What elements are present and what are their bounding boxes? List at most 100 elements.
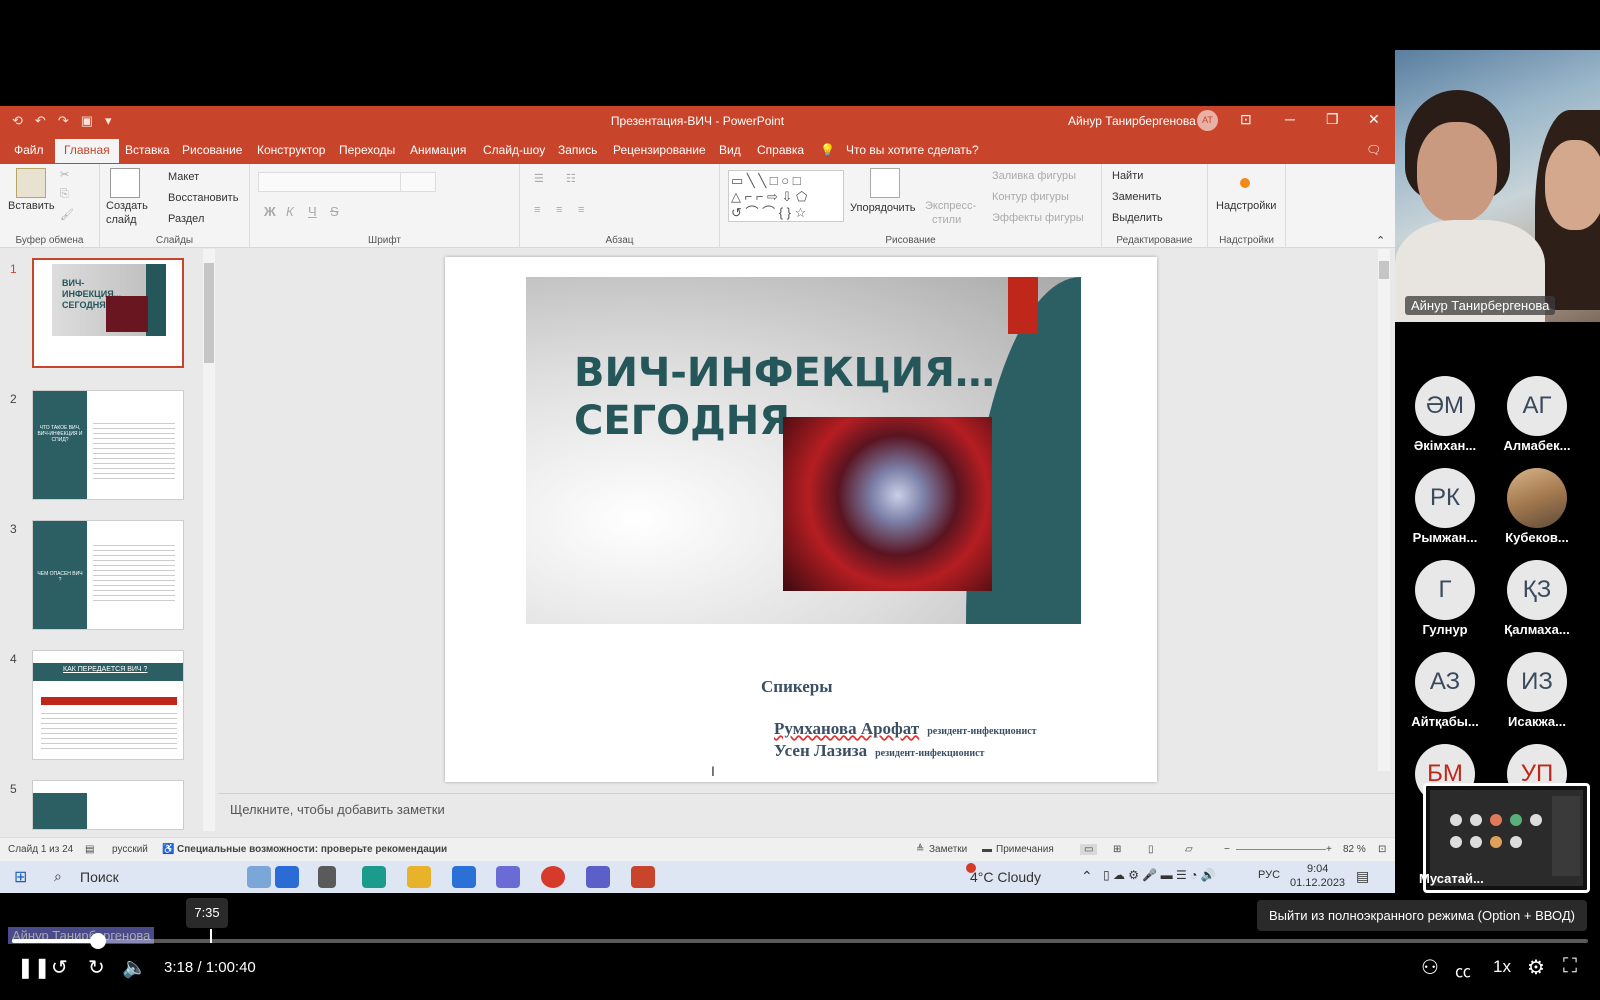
language-indicator[interactable]: русский [112, 844, 148, 855]
section-button[interactable]: Раздел [168, 213, 204, 225]
tab-home[interactable]: Главная [55, 139, 119, 163]
new-slide-button[interactable]: Создать [106, 200, 148, 212]
tab-review[interactable]: Рецензирование [613, 143, 706, 157]
notes-button[interactable]: Заметки [929, 844, 967, 855]
accessibility-status[interactable]: Специальные возможности: проверьте реком… [177, 844, 447, 855]
collapse-ribbon-icon[interactable]: ⌃ [1376, 234, 1385, 247]
close-icon[interactable]: ✕ [1368, 111, 1380, 128]
mail-icon[interactable] [452, 866, 476, 888]
pause-icon[interactable]: ❚❚ [17, 955, 51, 980]
reading-view-icon[interactable]: ▯ [1148, 844, 1154, 855]
playback-speed[interactable]: 1x [1493, 957, 1511, 977]
new-slide-button-line2[interactable]: слайд [106, 214, 137, 226]
teams-icon[interactable] [586, 866, 610, 888]
participant-tile[interactable]: ҚЗ Қалмаха... [1491, 560, 1583, 637]
slide-sorter-icon[interactable]: ⊞ [1113, 844, 1121, 855]
tell-me-search[interactable]: Что вы хотите сделать? [846, 143, 979, 157]
slide-thumbnail-1[interactable]: ВИЧ-ИНФЕКЦИЯ... СЕГОДНЯ [32, 258, 184, 368]
file-explorer-icon[interactable] [407, 866, 431, 888]
quick-styles-button[interactable]: Экспресс- [925, 200, 976, 212]
spellcheck-icon[interactable]: ▤ [85, 844, 94, 855]
tab-record[interactable]: Запись [558, 143, 597, 157]
align-center-icon[interactable]: ≡ [556, 204, 562, 216]
shape-fill-button[interactable]: Заливка фигуры [992, 170, 1076, 182]
participant-tile[interactable]: РК Рымжан... [1399, 468, 1491, 545]
keyboard-language[interactable]: РУС [1258, 869, 1280, 881]
bullets-icon[interactable]: ☰ [534, 172, 544, 185]
clock-time[interactable]: 9:04 [1307, 863, 1328, 875]
tab-animations[interactable]: Анимация [410, 143, 466, 157]
numbering-icon[interactable]: ☷ [566, 172, 576, 185]
account-avatar[interactable]: АТ [1197, 110, 1218, 131]
tab-transitions[interactable]: Переходы [339, 143, 395, 157]
participant-tile[interactable]: Кубеков... [1491, 468, 1583, 545]
tab-draw[interactable]: Рисование [182, 143, 242, 157]
zoom-slider[interactable] [1236, 849, 1326, 850]
bold-button[interactable]: Ж [264, 204, 276, 219]
layout-button[interactable]: Макет [168, 171, 199, 183]
shape-outline-button[interactable]: Контур фигуры [992, 191, 1069, 203]
zoom-out-icon[interactable]: − [1224, 844, 1230, 855]
widgets-icon[interactable] [247, 866, 271, 888]
active-speaker-video[interactable]: Айнур Танирбергенова [1395, 50, 1600, 322]
select-button[interactable]: Выделить [1112, 212, 1163, 224]
tab-file[interactable]: Файл [14, 143, 44, 157]
copy-icon[interactable]: ⎘ [60, 188, 69, 201]
quick-styles-button-line2[interactable]: стили [932, 214, 961, 226]
progress-handle[interactable] [89, 933, 106, 949]
slide-thumbnail-2[interactable]: ЧТО ТАКОЕ ВИЧ, ВИЧ-ИНФЕКЦИЯ И СПИД? [32, 390, 184, 500]
slide-thumbnail-4[interactable]: КАК ПЕРЕДАЕТСЯ ВИЧ ? [32, 650, 184, 760]
participant-tile[interactable]: АГ Алмабек... [1491, 376, 1583, 453]
current-slide[interactable]: ВИЧ-ИНФЕКЦИЯ… СЕГОДНЯ Спикеры Румханова … [445, 257, 1157, 782]
tab-view[interactable]: Вид [719, 143, 741, 157]
slide-thumbnail-3[interactable]: ЧЕМ ОПАСЕН ВИЧ ? [32, 520, 184, 630]
app-icon[interactable] [496, 866, 520, 888]
shapes-gallery[interactable]: ▭ ╲ ╲ □ ○ □ △ ⌐ ⌐ ⇨ ⇩ ⬠ ↺ ⌒ ⌒ { } ☆ [728, 170, 844, 222]
arrange-button[interactable]: Упорядочить [850, 202, 915, 214]
comments-button[interactable]: Примечания [996, 844, 1054, 855]
participant-tile[interactable]: ӘМ Әкімхан... [1399, 376, 1491, 453]
chrome-icon[interactable] [541, 866, 565, 888]
paste-button[interactable]: Вставить [8, 200, 55, 212]
thumbnails-scrollbar[interactable] [203, 249, 215, 831]
zoom-in-icon[interactable]: + [1326, 844, 1332, 855]
powerpoint-icon[interactable] [631, 866, 655, 888]
app-icon[interactable] [275, 866, 299, 888]
speaker-view-icon[interactable]: ⚇ [1421, 955, 1439, 980]
slideshow-view-icon[interactable]: ▱ [1185, 844, 1193, 855]
tab-design[interactable]: Конструктор [257, 143, 325, 157]
fit-slide-icon[interactable]: ⊡ [1378, 844, 1386, 855]
account-name[interactable]: Айнур Танирбергенова [1068, 114, 1196, 128]
reset-button[interactable]: Восстановить [168, 192, 238, 204]
tab-help[interactable]: Справка [757, 143, 804, 157]
participant-tile[interactable]: Г Гулнур [1399, 560, 1491, 637]
edge-icon[interactable] [362, 866, 386, 888]
underline-button[interactable]: Ч [308, 204, 317, 219]
replace-button[interactable]: Заменить [1112, 191, 1161, 203]
forward-10-icon[interactable]: ↻ [88, 955, 105, 980]
maximize-icon[interactable]: ❐ [1326, 111, 1339, 128]
weather-widget[interactable]: 4°C Cloudy [970, 869, 1041, 885]
notes-pane[interactable]: Щелкните, чтобы добавить заметки [218, 793, 1395, 825]
addins-button[interactable]: Надстройки [1216, 200, 1276, 212]
align-right-icon[interactable]: ≡ [578, 204, 584, 216]
notifications-icon[interactable]: ▤ [1356, 868, 1369, 885]
volume-icon[interactable]: 🔈 [122, 955, 147, 980]
settings-icon[interactable]: ⚙ [1527, 955, 1545, 980]
search-icon[interactable]: ⌕ [54, 868, 62, 885]
find-button[interactable]: Найти [1112, 170, 1143, 182]
task-view-icon[interactable] [318, 866, 336, 888]
cut-icon[interactable]: ✂ [60, 168, 69, 181]
tab-slideshow[interactable]: Слайд-шоу [483, 143, 545, 157]
participant-tile[interactable]: АЗ Айтқабы... [1399, 652, 1491, 729]
zoom-level[interactable]: 82 % [1343, 844, 1366, 855]
progress-bar[interactable] [12, 933, 1588, 949]
captions-icon[interactable]: ㏄ [1455, 958, 1471, 982]
rewind-10-icon[interactable]: ↺ [51, 955, 68, 980]
accessibility-icon[interactable]: ♿ [162, 844, 174, 855]
tray-icons[interactable]: ▯ ☁ ⚙ 🎤 ▬ ☰ ◔ 🔊 [1103, 868, 1216, 882]
strikethrough-button[interactable]: S [330, 204, 339, 219]
align-left-icon[interactable]: ≡ [534, 204, 540, 216]
font-size-box[interactable] [400, 172, 436, 192]
italic-button[interactable]: К [286, 204, 294, 219]
